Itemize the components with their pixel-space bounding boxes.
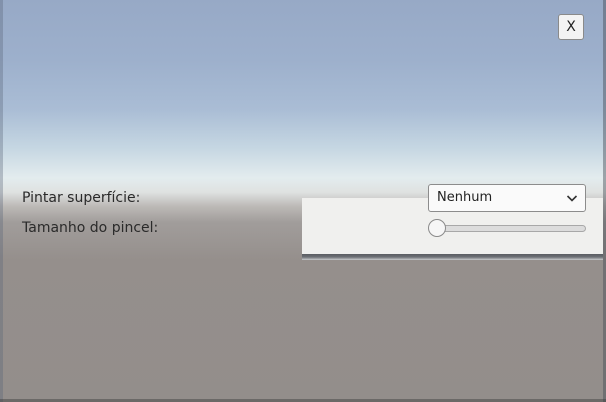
scene-viewport: X Pintar superfície: Nenhum Tamanho do p… bbox=[0, 0, 606, 402]
settings-panel-edge bbox=[302, 254, 603, 260]
paint-surface-dropdown[interactable]: Nenhum bbox=[428, 184, 586, 212]
brush-size-label: Tamanho do pincel: bbox=[22, 220, 159, 236]
chevron-down-icon bbox=[566, 195, 578, 202]
brush-size-slider[interactable] bbox=[430, 225, 586, 232]
paint-surface-selected-value: Nenhum bbox=[437, 190, 493, 205]
window-left-border bbox=[0, 0, 3, 402]
brush-size-slider-thumb[interactable] bbox=[428, 219, 446, 237]
close-button[interactable]: X bbox=[558, 14, 584, 40]
paint-surface-label: Pintar superfície: bbox=[22, 190, 141, 206]
